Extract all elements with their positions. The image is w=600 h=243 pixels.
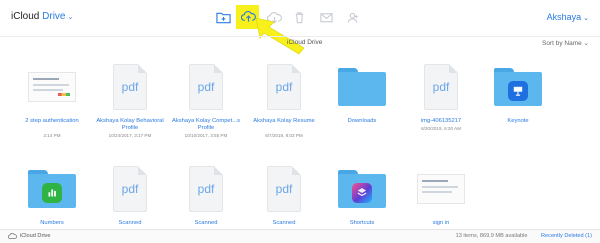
file-name: Akshaya Kolay Resume xyxy=(253,118,315,124)
pdf-document-icon: pdf xyxy=(189,64,223,110)
image-thumbnail-icon xyxy=(417,174,465,204)
page-title: iCloud Drive xyxy=(287,39,323,46)
folder-name: Downloads xyxy=(347,118,377,124)
pdf-document-icon: pdf xyxy=(267,64,301,110)
chevron-down-icon: ⌄ xyxy=(67,14,74,21)
user-name: Akshaya xyxy=(546,12,582,22)
brand-prefix: iCloud xyxy=(11,11,40,22)
image-thumbnail-icon xyxy=(28,72,76,102)
app-title[interactable]: iCloud Drive ⌄ xyxy=(11,11,73,22)
folder-name: Numbers xyxy=(40,220,64,226)
file-name: Scanned xyxy=(272,220,296,226)
numbers-folder-icon xyxy=(28,170,76,208)
pdf-document-icon: pdf xyxy=(424,64,458,110)
file-date: 6/7/2019, 8:03 PM xyxy=(265,133,303,138)
folder-thumbnail xyxy=(26,162,78,216)
pdf-thumbnail: pdf xyxy=(180,60,232,114)
storage-status: 13 items, 869.9 MB available xyxy=(455,233,528,239)
file-date: 10/10/2017, 3:55 PM xyxy=(184,133,228,138)
folder-thumbnail xyxy=(492,60,544,114)
shortcuts-app-icon xyxy=(352,183,372,203)
file-name: Akshaya Kolay Behavioral Profile xyxy=(96,118,164,131)
new-folder-icon xyxy=(215,12,231,23)
keynote-app-icon xyxy=(508,81,528,101)
pdf-label: pdf xyxy=(197,182,215,196)
file-date: 6/30/2019, 6:30 AM xyxy=(421,126,461,131)
shortcuts-folder-icon xyxy=(338,170,386,208)
pdf-label: pdf xyxy=(197,80,215,94)
folder-icon xyxy=(338,68,386,106)
pdf-thumbnail: pdf xyxy=(104,60,156,114)
pdf-label: pdf xyxy=(121,80,139,94)
email-icon xyxy=(319,12,333,22)
pdf-thumbnail: pdf xyxy=(415,60,467,114)
file-date: 2:14 PM xyxy=(43,133,61,138)
file-date: 10/24/2017, 3:17 PM xyxy=(108,133,152,138)
new-folder-button[interactable] xyxy=(214,10,232,24)
file-grid: 2 step authentication 2:14 PM pdf Akshay… xyxy=(0,60,600,228)
sort-menu[interactable]: Sort by Name ⌄ xyxy=(542,39,589,47)
pdf-document-icon: pdf xyxy=(267,166,301,212)
recently-deleted-link[interactable]: Recently Deleted (1) xyxy=(541,233,592,239)
file-name: img-406135217 xyxy=(420,118,462,124)
pdf-document-icon: pdf xyxy=(113,64,147,110)
footer-right: 13 items, 869.9 MB available Recently De… xyxy=(456,233,592,239)
keynote-folder-icon xyxy=(494,68,542,106)
footer-drive: iCloud Drive xyxy=(8,233,50,239)
file-name: 2 step authentication xyxy=(25,118,79,124)
pdf-label: pdf xyxy=(275,80,293,94)
pdf-document-icon: pdf xyxy=(189,166,223,212)
file-name: sign in xyxy=(432,220,450,226)
user-menu[interactable]: Akshaya ⌄ xyxy=(547,12,589,22)
screenshot-thumbnail xyxy=(26,60,78,114)
pdf-thumbnail: pdf xyxy=(258,60,310,114)
share-button[interactable] xyxy=(343,10,361,24)
status-bar: iCloud Drive 13 items, 869.9 MB availabl… xyxy=(0,229,600,243)
file-name: Akshaya Kolay Compet...s Profile xyxy=(172,118,240,131)
cloud-icon xyxy=(8,233,17,239)
pdf-thumbnail: pdf xyxy=(258,162,310,216)
pdf-thumbnail: pdf xyxy=(104,162,156,216)
pdf-document-icon: pdf xyxy=(113,166,147,212)
pdf-label: pdf xyxy=(121,182,139,196)
folder-thumbnail xyxy=(336,162,388,216)
pdf-label: pdf xyxy=(432,80,450,94)
brand-suffix: Drive xyxy=(42,11,66,22)
chevron-down-icon: ⌄ xyxy=(583,40,589,47)
folder-thumbnail xyxy=(336,60,388,114)
file-name: Scanned xyxy=(118,220,142,226)
pdf-thumbnail: pdf xyxy=(180,162,232,216)
footer-drive-label: iCloud Drive xyxy=(20,233,51,239)
screenshot-thumbnail xyxy=(415,162,467,216)
share-icon xyxy=(347,12,358,23)
file-name: Scanned xyxy=(194,220,218,226)
numbers-app-icon xyxy=(42,183,62,203)
pdf-label: pdf xyxy=(275,182,293,196)
sub-header: iCloud Drive Sort by Name ⌄ xyxy=(0,36,600,50)
folder-name: Shortcuts xyxy=(349,220,375,226)
chevron-down-icon: ⌄ xyxy=(583,15,589,22)
sort-label: Sort by Name xyxy=(541,40,582,47)
email-button[interactable] xyxy=(317,10,335,24)
folder-name: Keynote xyxy=(507,118,529,124)
